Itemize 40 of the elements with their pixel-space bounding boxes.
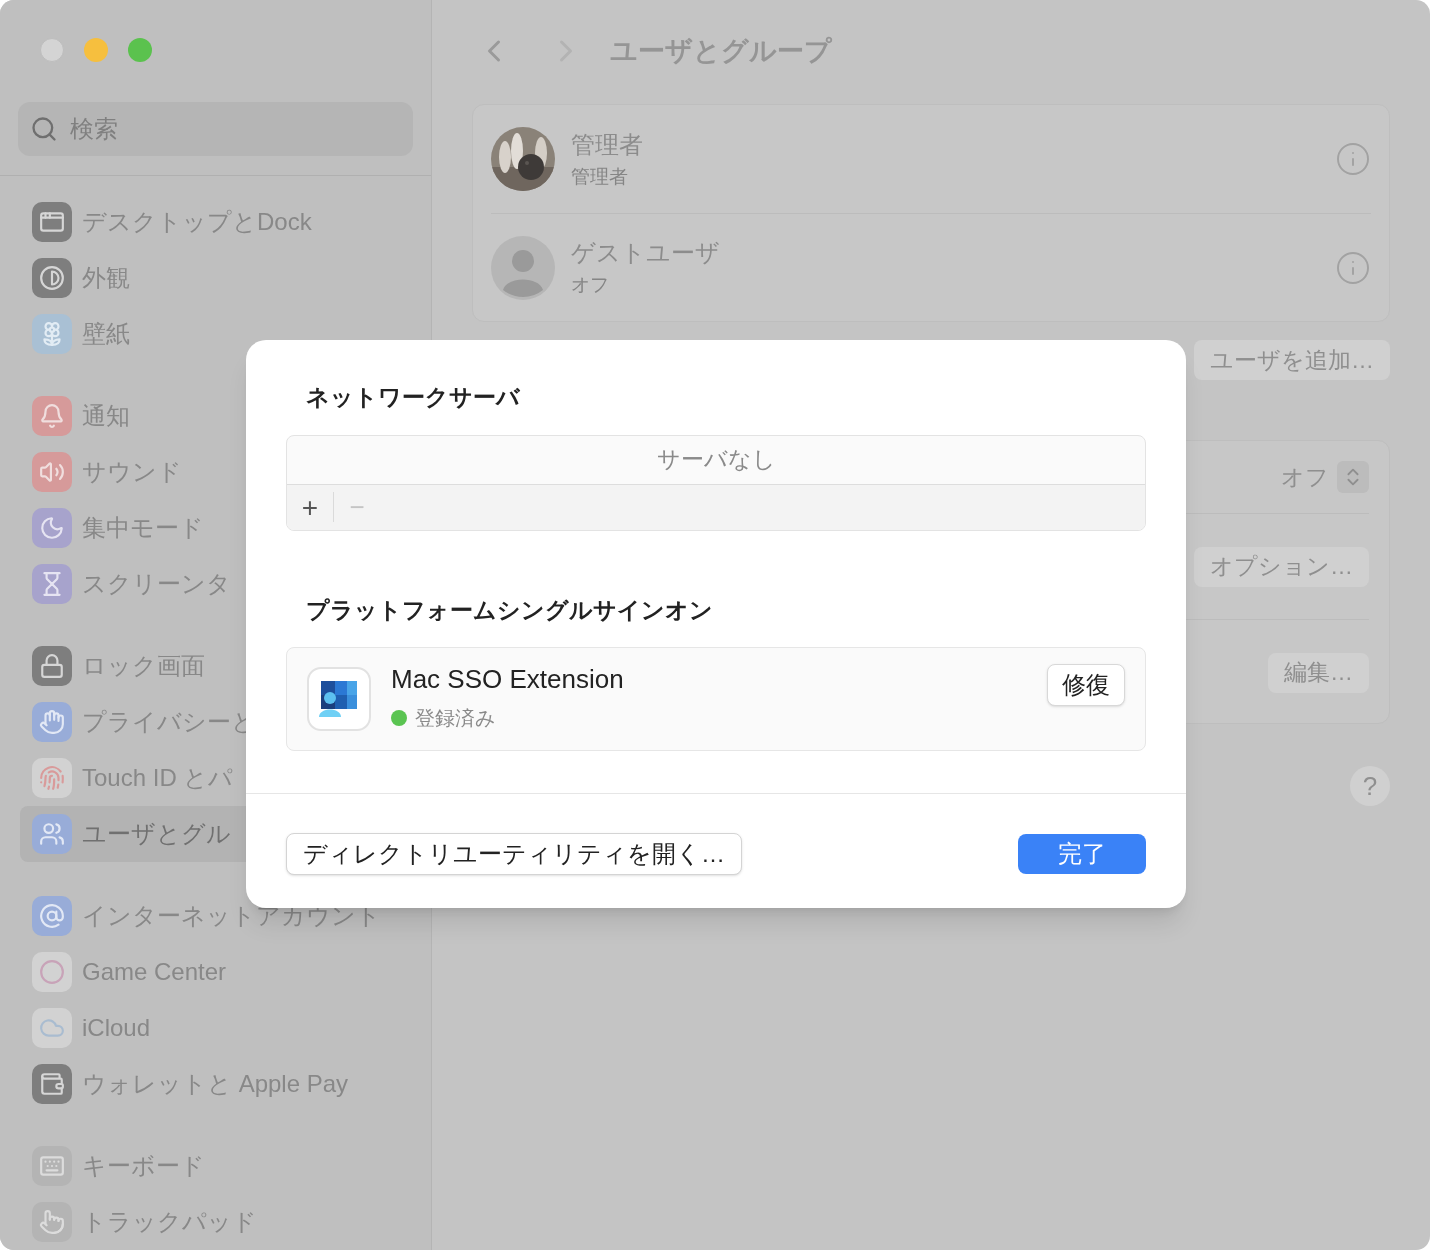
hourglass-icon <box>32 564 72 604</box>
pointer-hand-icon <box>32 1202 72 1242</box>
padlock-icon <box>32 646 72 686</box>
moon-icon <box>32 508 72 548</box>
settings-button[interactable]: 編集… <box>1268 652 1369 693</box>
bell-icon <box>32 396 72 436</box>
zoom-window-button[interactable] <box>128 38 152 63</box>
user-role: 管理者 <box>571 164 629 189</box>
flower-icon <box>32 314 72 354</box>
popup-value: オフ <box>1281 462 1329 492</box>
wallet-icon <box>32 1064 72 1104</box>
user-name: 管理者 <box>571 129 644 160</box>
repair-button[interactable]: 修復 <box>1047 664 1125 706</box>
section-title: プラットフォームシングルサインオン <box>306 595 714 625</box>
user-role: オフ <box>571 273 610 298</box>
user-name: ゲストユーザ <box>571 238 721 269</box>
help-button[interactable]: ? <box>1350 766 1390 806</box>
minimize-window-button[interactable] <box>84 38 108 63</box>
settings-button[interactable]: オプション… <box>1194 546 1369 587</box>
avatar-icon <box>491 235 555 300</box>
at-sign-icon <box>32 896 72 936</box>
add-user-button[interactable]: ユーザを追加… <box>1194 340 1390 380</box>
empty-text: サーバなし <box>656 445 776 475</box>
info-icon[interactable] <box>1335 141 1371 177</box>
window-icon <box>32 202 72 242</box>
search-icon <box>30 115 58 144</box>
add-button[interactable]: + <box>287 487 333 527</box>
people-icon <box>32 814 72 854</box>
speaker-icon <box>32 452 72 492</box>
hand-icon <box>32 702 72 742</box>
stepper-button[interactable] <box>1337 461 1369 493</box>
section-title: ネットワークサーバ <box>306 383 521 412</box>
directory-utility-button[interactable]: ディレクトリユーティリティを開く… <box>286 833 742 875</box>
info-icon[interactable] <box>1335 249 1371 286</box>
fingerprint-icon <box>32 758 72 798</box>
keyboard-icon <box>32 1146 72 1186</box>
cloud-icon <box>32 1008 72 1048</box>
done-button[interactable]: 完了 <box>1018 834 1146 874</box>
status-text: 登録済み <box>415 705 495 731</box>
extension-name: Mac SSO Extension <box>391 662 625 696</box>
